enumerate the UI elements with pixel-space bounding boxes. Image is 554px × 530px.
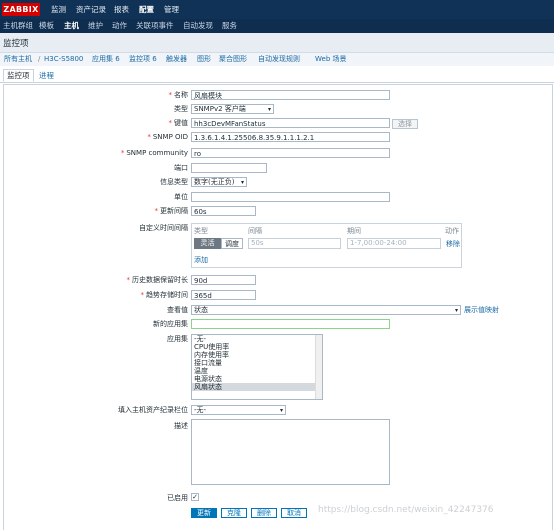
history-input[interactable]: 90d: [191, 275, 256, 285]
subnav-hosts[interactable]: 主机: [64, 21, 79, 31]
delete-button[interactable]: 删除: [251, 508, 277, 518]
subnav-templates[interactable]: 模板: [39, 21, 54, 31]
subnav-maintenance[interactable]: 维护: [88, 21, 103, 31]
history-label: * 历史数据保留时长: [126, 276, 189, 284]
applications-link[interactable]: 应用集 6: [92, 55, 120, 64]
page-title: 监控项: [3, 39, 29, 49]
nav-reports[interactable]: 报表: [114, 4, 129, 15]
apps-option[interactable]: 温度: [192, 367, 322, 375]
subnav-correlation[interactable]: 关联项事件: [136, 21, 174, 31]
key-select-button[interactable]: 选择: [392, 119, 418, 129]
apps-label: 应用集: [167, 335, 188, 343]
chevron-down-icon: ▾: [279, 407, 283, 414]
new-app-label: 新的应用集: [153, 320, 188, 328]
show-value-label: 查看值: [167, 306, 188, 314]
oid-label: * SNMP OID: [147, 133, 188, 141]
oid-input[interactable]: 1.3.6.1.4.1.25506.8.35.9.1.1.1.2.1: [191, 132, 390, 142]
apps-scrollbar[interactable]: [315, 335, 322, 399]
zabbix-logo[interactable]: ZABBIX: [2, 3, 40, 16]
enabled-label: 已启用: [167, 494, 188, 502]
interval-label: * 更新间隔: [154, 207, 189, 215]
graphs-link[interactable]: 图形: [197, 55, 211, 64]
tab-process[interactable]: 进程: [36, 70, 57, 81]
apps-option[interactable]: -无-: [192, 335, 322, 343]
all-hosts-link[interactable]: 所有主机: [4, 55, 32, 64]
community-input[interactable]: ro: [191, 148, 390, 158]
tab-item[interactable]: 监控项: [3, 69, 34, 82]
items-link[interactable]: 监控项 6: [129, 55, 157, 64]
custom-period-input[interactable]: 1-7,00:00-24:00: [347, 238, 441, 249]
unit-label: 单位: [174, 193, 188, 201]
apps-listbox[interactable]: -无- CPU使用率 内存使用率 接口流量 温度 电源状态 风扇状态: [191, 334, 323, 400]
trend-label: * 趋势存储时间: [140, 291, 189, 299]
inventory-label: 填入主机资产纪录栏位: [118, 406, 188, 414]
nav-administration[interactable]: 管理: [164, 4, 179, 15]
interval-input[interactable]: 60s: [191, 206, 256, 216]
subnav-services[interactable]: 服务: [222, 21, 237, 31]
subnav-actions[interactable]: 动作: [112, 21, 127, 31]
description-label: 描述: [174, 422, 188, 430]
sub-nav: 主机群组 模板 主机 维护 动作 关联项事件 自动发现 服务: [0, 19, 554, 33]
breadcrumb-separator: /: [38, 55, 41, 63]
port-label: 端口: [174, 164, 188, 172]
info-type-label: 信息类型: [160, 178, 188, 186]
nav-inventory[interactable]: 资产记录: [76, 4, 106, 15]
show-value-mapping-link[interactable]: 展示值映射: [464, 306, 499, 315]
web-scenarios-link[interactable]: Web 场景: [315, 55, 347, 64]
title-bar: 监控项: [0, 33, 554, 53]
host-breadcrumb: 所有主机 / H3C-S5800 应用集 6 监控项 6 触发器 图形 聚合图形…: [0, 53, 554, 66]
host-link[interactable]: H3C-S5800: [44, 55, 83, 64]
remove-link[interactable]: 移除: [446, 239, 460, 249]
chevron-down-icon: ▾: [267, 106, 271, 113]
info-type-select[interactable]: 数字(无正负) ▾: [191, 177, 247, 187]
apps-option[interactable]: 电源状态: [192, 375, 322, 383]
enabled-checkbox[interactable]: ✓: [191, 493, 199, 501]
top-nav: ZABBIX 监测 资产记录 报表 配置 管理: [0, 0, 554, 19]
apps-option[interactable]: CPU使用率: [192, 343, 322, 351]
type-select[interactable]: SNMPv2 客户端 ▾: [191, 104, 274, 114]
description-textarea[interactable]: [191, 419, 390, 485]
subnav-discovery[interactable]: 自动发现: [183, 21, 213, 31]
custom-header-type: 类型: [194, 227, 208, 235]
cancel-button[interactable]: 取消: [281, 508, 307, 518]
apps-option[interactable]: 接口流量: [192, 359, 322, 367]
watermark: https://blog.csdn.net/weixin_42247376: [318, 505, 494, 515]
show-value-select[interactable]: 状态 ▾: [191, 305, 461, 315]
type-label: 类型: [174, 105, 188, 113]
trend-input[interactable]: 365d: [191, 290, 256, 300]
screens-link[interactable]: 聚合图形: [219, 55, 247, 64]
custom-intervals-table: 类型 间隔 期间 动作 灵活 调度 50s 1-7,00:00-24:00 移除…: [191, 223, 462, 268]
key-label: * 键值: [168, 119, 189, 127]
form-tabs: 监控项 进程: [0, 69, 554, 83]
subnav-host-groups[interactable]: 主机群组: [3, 21, 33, 31]
scheduling-toggle[interactable]: 调度: [221, 238, 243, 249]
add-link[interactable]: 添加: [194, 255, 208, 265]
custom-header-action: 动作: [445, 227, 459, 235]
update-button[interactable]: 更新: [191, 508, 217, 518]
key-input[interactable]: hh3cDevMFanStatus: [191, 118, 390, 128]
custom-intervals-label: 自定义时间间隔: [139, 224, 188, 232]
apps-option-selected[interactable]: 风扇状态: [192, 383, 322, 391]
new-app-input[interactable]: [191, 319, 390, 329]
nav-monitoring[interactable]: 监测: [51, 4, 66, 15]
clone-button[interactable]: 克隆: [221, 508, 247, 518]
discovery-rules-link[interactable]: 自动发现规则: [258, 55, 300, 64]
inventory-select[interactable]: -无- ▾: [191, 405, 286, 415]
unit-input[interactable]: [191, 192, 390, 202]
flexible-toggle[interactable]: 灵活: [194, 238, 221, 249]
name-input[interactable]: 风扇模块: [191, 90, 390, 100]
custom-header-period: 期间: [347, 227, 361, 235]
apps-option[interactable]: 内存使用率: [192, 351, 322, 359]
custom-header-interval: 间隔: [248, 227, 262, 235]
community-label: * SNMP community: [120, 149, 188, 157]
nav-configuration[interactable]: 配置: [139, 4, 154, 15]
name-label: * 名称: [168, 91, 189, 99]
custom-interval-input[interactable]: 50s: [248, 238, 341, 249]
port-input[interactable]: [191, 163, 267, 173]
chevron-down-icon: ▾: [454, 307, 458, 314]
triggers-link[interactable]: 触发器: [166, 55, 187, 64]
chevron-down-icon: ▾: [240, 179, 244, 186]
